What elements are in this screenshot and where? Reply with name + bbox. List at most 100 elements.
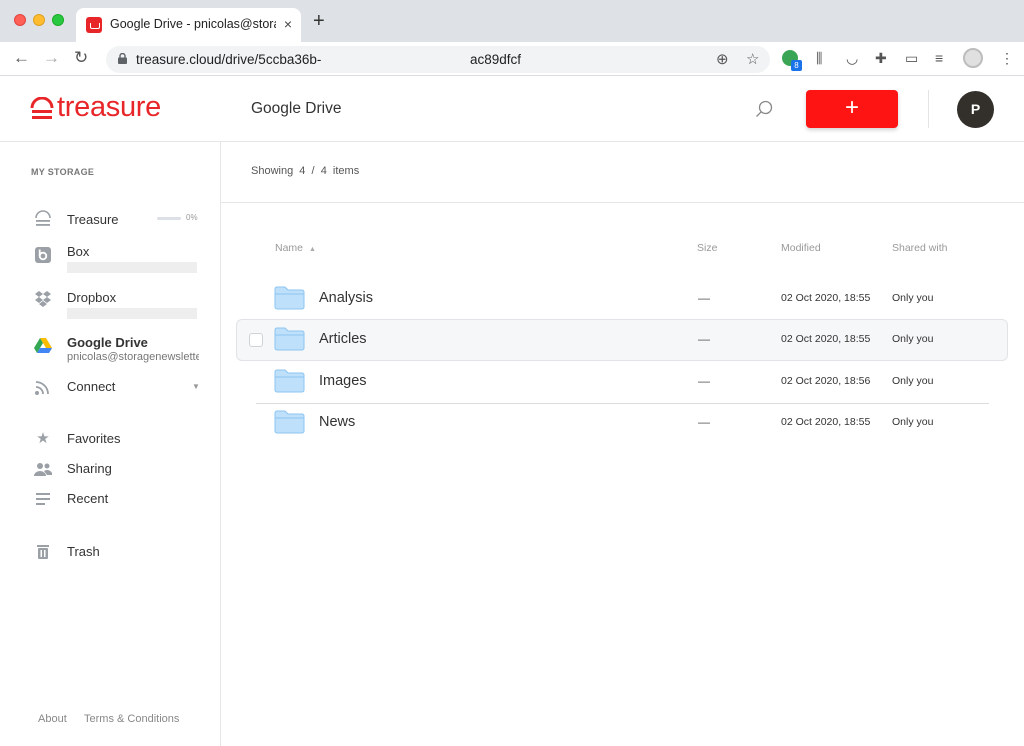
sidebar: MY STORAGE Treasure 0% Box Dropbox Googl… <box>0 142 221 746</box>
file-name: Articles <box>319 331 367 347</box>
bookmark-star-icon[interactable]: ☆ <box>746 50 759 68</box>
dropbox-icon <box>35 291 51 307</box>
file-modified: 02 Oct 2020, 18:55 <box>781 292 871 304</box>
table-row[interactable]: News — 02 Oct 2020, 18:55 Only you <box>236 402 1008 444</box>
install-app-icon[interactable]: ⊕ <box>716 50 729 68</box>
sidebar-item-label: Google Drive <box>67 335 148 350</box>
about-link[interactable]: About <box>38 713 67 725</box>
sidebar-item-google-drive[interactable]: Google Drive pnicolas@storagenewsletter.… <box>0 332 221 366</box>
sidebar-item-connect[interactable]: Connect ▼ <box>0 376 221 400</box>
sidebar-item-sharing[interactable]: Sharing <box>0 458 221 482</box>
box-icon <box>35 247 51 263</box>
column-header-label: Name <box>275 242 304 254</box>
table-row[interactable]: Analysis — 02 Oct 2020, 18:55 Only you <box>236 278 1008 320</box>
items-count-bar: Showing 4 / 4 items <box>221 142 1024 203</box>
user-avatar[interactable]: P <box>957 91 994 128</box>
logo-text: treasure <box>57 91 161 123</box>
folder-icon <box>274 327 305 351</box>
pocket-icon[interactable]: ◡ <box>846 50 858 67</box>
file-modified: 02 Oct 2020, 18:55 <box>781 333 871 345</box>
treasure-favicon-icon <box>86 17 102 33</box>
window-minimize-button[interactable] <box>33 14 45 26</box>
extension-badge-count: 8 <box>791 60 802 71</box>
trash-icon <box>37 545 49 559</box>
folder-icon <box>274 410 305 434</box>
column-header-shared[interactable]: Shared with <box>892 242 947 254</box>
browser-profile-icon[interactable] <box>963 48 983 68</box>
search-icon[interactable] <box>754 99 774 119</box>
sidebar-item-favorites[interactable]: ★ Favorites <box>0 428 221 452</box>
app-header: treasure Google Drive + P <box>0 76 1024 142</box>
forward-arrow-icon[interactable]: → <box>43 48 60 68</box>
url-text-end: ac89dfcf <box>470 52 522 67</box>
cast-icon[interactable]: ▭ <box>905 50 918 67</box>
list-recent-icon <box>36 493 50 505</box>
new-tab-button[interactable]: + <box>313 10 325 33</box>
sidebar-item-label: Trash <box>67 544 100 559</box>
url-text-start: treasure.cloud/drive/5ccba36b- <box>136 52 322 67</box>
file-size: — <box>698 291 710 305</box>
items-count: Showing 4 / 4 items <box>251 165 360 177</box>
browser-tab[interactable]: Google Drive - pnicolas@storagenewslette… <box>76 8 301 42</box>
sidebar-item-box[interactable]: Box <box>0 240 221 274</box>
google-drive-account: pnicolas@storagenewsletter.com <box>67 351 199 363</box>
extension-bars-icon[interactable]: ⫼ <box>816 50 822 67</box>
back-arrow-icon[interactable]: ← <box>13 48 30 68</box>
file-size: — <box>698 332 710 346</box>
sidebar-item-recent[interactable]: Recent <box>0 488 221 512</box>
sidebar-item-label: Dropbox <box>67 290 117 305</box>
menu-dots-icon[interactable]: ⋮ <box>1000 50 1014 67</box>
folder-icon <box>274 369 305 393</box>
storage-usage-bar <box>157 217 181 220</box>
tab-title: Google Drive - pnicolas@storagenewslette… <box>110 17 276 31</box>
table-row[interactable]: Articles — 02 Oct 2020, 18:55 Only you <box>236 319 1008 361</box>
box-account-placeholder <box>67 262 197 273</box>
dropbox-account-placeholder <box>67 308 197 319</box>
sort-ascending-icon: ▲ <box>309 246 316 253</box>
storage-usage-percent: 0% <box>186 213 198 222</box>
file-shared-with: Only you <box>892 416 934 428</box>
file-name: Analysis <box>319 290 373 306</box>
browser-toolbar: ← → ↻ treasure.cloud/drive/5ccba36b- ac8… <box>0 42 1024 76</box>
file-size: — <box>698 374 710 388</box>
sidebar-item-label: Connect <box>67 379 116 394</box>
file-shared-with: Only you <box>892 333 934 345</box>
tab-close-button[interactable]: × <box>284 16 292 32</box>
file-modified: 02 Oct 2020, 18:55 <box>781 416 871 428</box>
add-button[interactable]: + <box>806 90 898 128</box>
media-queue-icon[interactable]: ≡ <box>935 50 943 66</box>
column-header-modified[interactable]: Modified <box>781 242 821 254</box>
file-size: — <box>698 415 710 429</box>
file-name: News <box>319 414 356 430</box>
folder-icon <box>274 286 305 310</box>
page-title: Google Drive <box>251 100 342 117</box>
star-icon: ★ <box>36 430 50 447</box>
sidebar-item-label: Treasure <box>67 212 119 227</box>
address-bar[interactable]: treasure.cloud/drive/5ccba36b- ac89dfcf … <box>106 46 770 73</box>
terms-link[interactable]: Terms & Conditions <box>84 713 179 725</box>
file-name: Images <box>319 373 367 389</box>
sidebar-item-trash[interactable]: Trash <box>0 541 221 565</box>
window-zoom-button[interactable] <box>52 14 64 26</box>
sidebar-item-label: Recent <box>67 491 109 506</box>
rss-connect-icon <box>35 381 49 395</box>
window-close-button[interactable] <box>14 14 26 26</box>
reload-icon[interactable]: ↻ <box>74 48 88 68</box>
sidebar-section-title: MY STORAGE <box>31 167 95 177</box>
treasure-logo-icon <box>30 97 54 119</box>
sidebar-item-label: Sharing <box>67 461 112 476</box>
treasure-icon <box>35 210 51 226</box>
sidebar-item-label: Box <box>67 244 90 259</box>
table-row[interactable]: Images — 02 Oct 2020, 18:56 Only you <box>236 361 1008 403</box>
file-shared-with: Only you <box>892 375 934 387</box>
row-checkbox[interactable] <box>249 333 263 347</box>
chevron-down-icon[interactable]: ▼ <box>192 382 200 391</box>
column-header-name[interactable]: Name ▲ <box>275 242 316 254</box>
google-drive-icon <box>34 338 52 353</box>
browser-tab-strip: Google Drive - pnicolas@storagenewslette… <box>0 0 1024 42</box>
sidebar-item-dropbox[interactable]: Dropbox <box>0 286 221 320</box>
column-header-size[interactable]: Size <box>697 242 717 254</box>
sidebar-item-label: Favorites <box>67 431 121 446</box>
file-shared-with: Only you <box>892 292 934 304</box>
puzzle-extensions-icon[interactable]: ✚ <box>875 50 887 67</box>
